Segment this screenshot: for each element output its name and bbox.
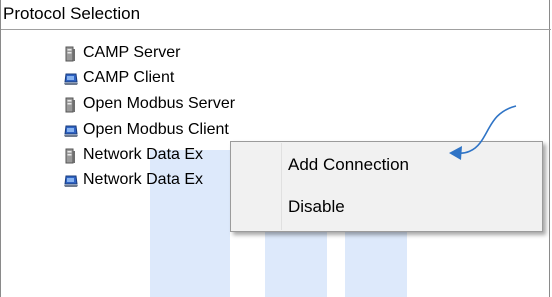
- tree-item-label: Open Modbus Server: [83, 95, 236, 112]
- menu-item-label: Add Connection: [288, 155, 409, 174]
- panel-header: Protocol Selection: [1, 0, 551, 30]
- tree-item-label: Network Data Ex: [83, 171, 204, 188]
- menu-item-disable[interactable]: Disable: [233, 187, 540, 227]
- tree-item-label: CAMP Server: [83, 44, 181, 61]
- server-icon: [65, 148, 75, 164]
- menu-item-label: Disable: [288, 197, 345, 216]
- client-icon: [64, 125, 78, 137]
- client-icon: [64, 175, 78, 187]
- tree-item-label: Open Modbus Client: [83, 121, 229, 138]
- client-icon: [64, 73, 78, 85]
- context-menu: Add Connection Disable: [230, 141, 543, 232]
- tree-item-label: Network Data Ex: [83, 146, 204, 163]
- tree-item-label: CAMP Client: [83, 69, 175, 86]
- menu-item-add-connection[interactable]: Add Connection: [233, 145, 540, 185]
- server-icon: [65, 97, 75, 113]
- server-icon: [65, 46, 75, 62]
